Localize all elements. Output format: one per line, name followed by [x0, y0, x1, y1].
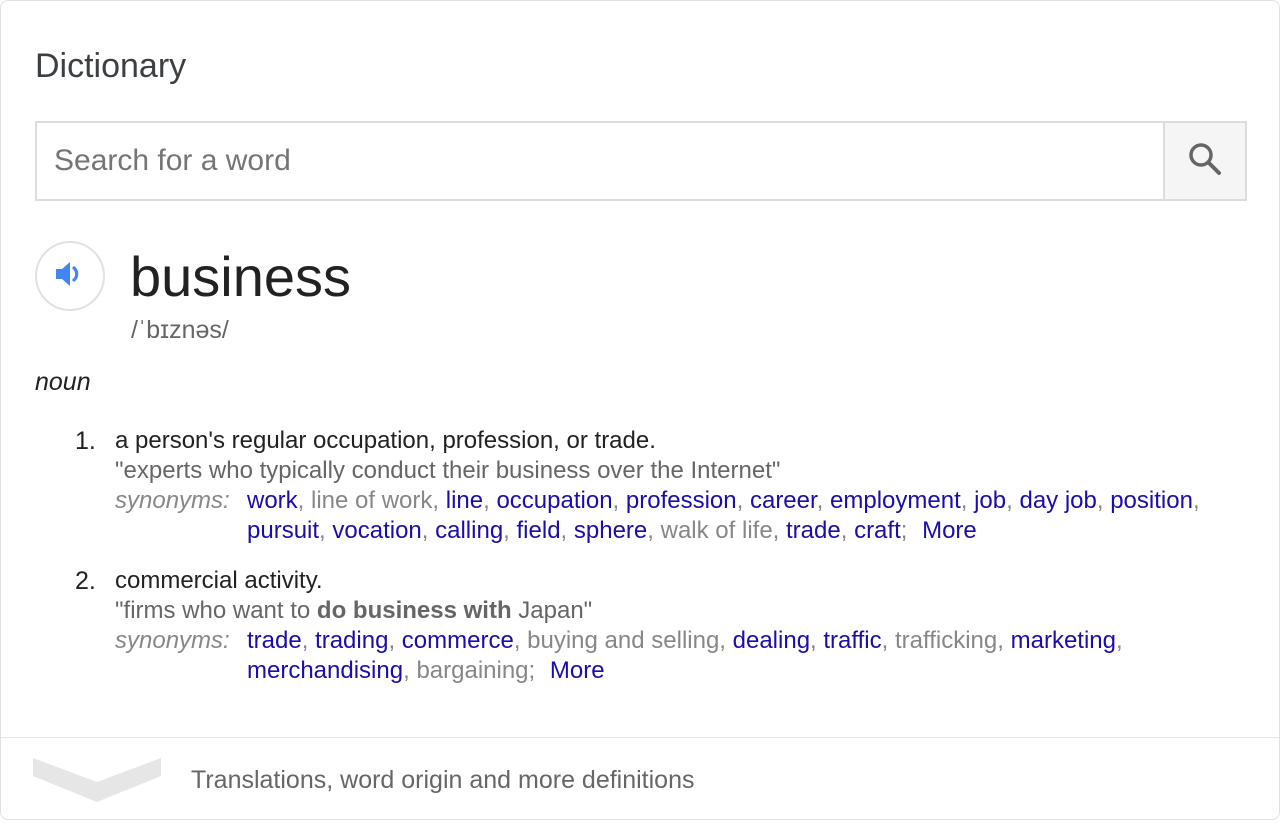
- synonyms-list: work, line of work, line, occupation, pr…: [247, 487, 1200, 544]
- part-of-speech: noun: [35, 368, 91, 396]
- synonym-text: bargaining: [416, 657, 529, 684]
- sense-definition: a person's regular occupation, professio…: [115, 427, 656, 454]
- chevron-down-icon: [33, 758, 161, 807]
- sense-definition: commercial activity.: [115, 567, 323, 594]
- sense-example: "firms who want to do business with Japa…: [115, 596, 592, 626]
- sense-example: "experts who typically conduct their bus…: [115, 457, 781, 484]
- synonyms-list: trade, trading, commerce, buying and sel…: [247, 627, 1123, 684]
- synonym-link[interactable]: day job: [1019, 487, 1096, 514]
- synonym-link[interactable]: field: [517, 517, 561, 544]
- synonym-link[interactable]: merchandising: [247, 657, 403, 684]
- synonym-link[interactable]: occupation: [496, 487, 612, 514]
- speaker-icon: [53, 257, 87, 296]
- synonym-link[interactable]: line: [446, 487, 483, 514]
- synonym-link[interactable]: career: [750, 487, 817, 514]
- sense-number: 1.: [75, 427, 96, 455]
- synonym-link[interactable]: pursuit: [247, 517, 319, 544]
- example-text-highlight: do business with: [316, 597, 512, 624]
- more-synonyms-link[interactable]: More: [550, 657, 605, 684]
- search-box: [35, 121, 1247, 201]
- synonym-link[interactable]: dealing: [733, 627, 810, 654]
- synonym-text: walk of life: [660, 517, 773, 544]
- synonym-link[interactable]: vocation: [332, 517, 421, 544]
- synonym-link[interactable]: marketing: [1011, 627, 1116, 654]
- synonym-link[interactable]: commerce: [402, 627, 514, 654]
- card-title: Dictionary: [35, 47, 187, 85]
- synonym-link[interactable]: job: [974, 487, 1006, 514]
- phonetic-transcription: /ˈbɪznəs/: [131, 316, 229, 344]
- search-button[interactable]: [1163, 123, 1245, 199]
- sense-number: 2.: [75, 567, 96, 595]
- synonym-text: trafficking: [894, 627, 998, 654]
- synonym-link[interactable]: craft: [854, 517, 901, 544]
- synonym-link[interactable]: profession: [626, 487, 737, 514]
- pronunciation-button[interactable]: [35, 241, 105, 311]
- more-definitions-label: Translations, word origin and more defin…: [191, 766, 695, 794]
- more-synonyms-link[interactable]: More: [922, 517, 977, 544]
- synonyms-label: synonyms:: [115, 627, 230, 654]
- synonym-link[interactable]: trading: [315, 627, 388, 654]
- search-icon: [1186, 140, 1224, 183]
- synonym-link[interactable]: trade: [786, 517, 841, 544]
- synonym-link[interactable]: calling: [435, 517, 503, 544]
- example-text-before: "firms who want to: [115, 597, 317, 624]
- synonym-link[interactable]: employment: [830, 487, 961, 514]
- synonym-link[interactable]: trade: [247, 627, 302, 654]
- synonym-text: line of work: [311, 487, 433, 514]
- synonym-link[interactable]: sphere: [574, 517, 647, 544]
- synonyms-label: synonyms:: [115, 487, 230, 514]
- synonym-link[interactable]: position: [1110, 487, 1193, 514]
- synonym-text: buying and selling: [527, 627, 720, 654]
- headword: business: [130, 245, 352, 308]
- search-input[interactable]: [37, 123, 1167, 199]
- synonym-link[interactable]: work: [247, 487, 298, 514]
- synonym-link[interactable]: traffic: [823, 627, 881, 654]
- more-definitions-expander[interactable]: Translations, word origin and more defin…: [1, 738, 1279, 820]
- example-text-after: Japan": [511, 597, 593, 624]
- dictionary-card: Dictionary business /ˈbɪznəs/ noun 1. a …: [0, 0, 1280, 820]
